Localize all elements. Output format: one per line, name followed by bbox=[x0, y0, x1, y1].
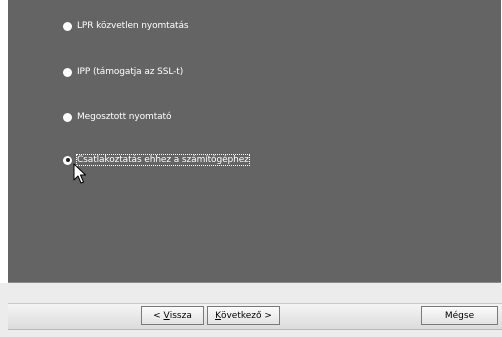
next-button-label: övetkező > bbox=[220, 310, 272, 321]
cancel-button[interactable]: Mégse bbox=[421, 306, 498, 325]
radio-button[interactable] bbox=[63, 112, 72, 122]
mouse-pointer-icon bbox=[73, 163, 86, 184]
back-button-prefix: < bbox=[153, 310, 164, 321]
option-label: Csatlakoztatás ehhez a számítógéphez bbox=[76, 154, 250, 166]
radio-button-selected[interactable] bbox=[63, 155, 72, 165]
back-button-label: issza bbox=[169, 310, 192, 321]
cancel-button-label: Mégse bbox=[444, 310, 475, 321]
option-ipp-ssl[interactable]: IPP (támogatja az SSL-t) bbox=[63, 65, 183, 79]
option-label: IPP (támogatja az SSL-t) bbox=[77, 67, 184, 77]
option-shared-printer[interactable]: Megosztott nyomtató bbox=[63, 110, 171, 124]
radio-button[interactable] bbox=[63, 21, 72, 31]
option-label: Megosztott nyomtató bbox=[77, 112, 172, 122]
radio-button[interactable] bbox=[63, 67, 72, 77]
option-lpr-direct-print[interactable]: LPR közvetlen nyomtatás bbox=[63, 19, 189, 33]
options-panel bbox=[8, 0, 501, 282]
back-button[interactable]: < Vissza bbox=[141, 306, 204, 325]
option-connect-to-this-computer[interactable]: Csatlakoztatás ehhez a számítógéphez bbox=[63, 153, 250, 167]
option-label: LPR közvetlen nyomtatás bbox=[77, 21, 189, 31]
next-button[interactable]: Következő > bbox=[207, 306, 280, 325]
